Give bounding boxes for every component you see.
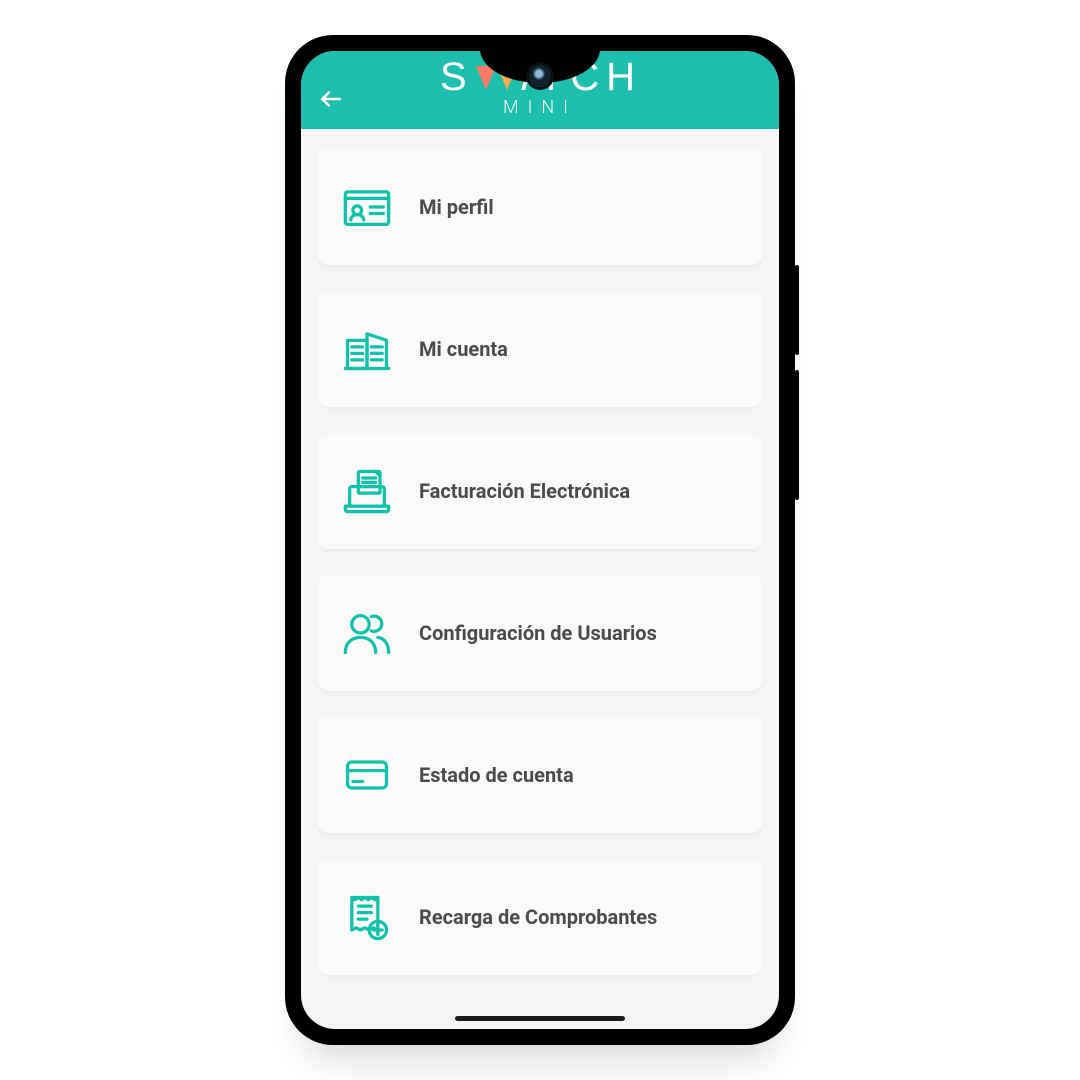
screen: S ITCH MINI — [301, 51, 779, 1029]
menu-item-label: Mi cuenta — [419, 337, 508, 361]
users-icon — [341, 607, 393, 659]
back-button[interactable] — [313, 81, 349, 117]
menu-item-label: Recarga de Comprobantes — [419, 905, 657, 929]
menu-item-recharge[interactable]: Recarga de Comprobantes — [317, 859, 763, 975]
home-indicator[interactable] — [455, 1016, 625, 1021]
menu-item-users[interactable]: Configuración de Usuarios — [317, 575, 763, 691]
credit-card-icon — [341, 749, 393, 801]
menu-item-label: Estado de cuenta — [419, 763, 574, 787]
laptop-invoice-icon — [341, 465, 393, 517]
menu-item-label: Facturación Electrónica — [419, 479, 630, 503]
phone-frame: S ITCH MINI — [285, 35, 795, 1045]
menu-item-profile[interactable]: Mi perfil — [317, 149, 763, 265]
menu-item-label: Mi perfil — [419, 195, 494, 219]
receipt-plus-icon — [341, 891, 393, 943]
front-camera — [529, 65, 551, 87]
settings-menu: Mi perfil Mi cuenta — [301, 129, 779, 1015]
menu-item-statement[interactable]: Estado de cuenta — [317, 717, 763, 833]
menu-item-account[interactable]: Mi cuenta — [317, 291, 763, 407]
logo-subtitle: MINI — [440, 99, 640, 117]
menu-item-label: Configuración de Usuarios — [419, 621, 657, 645]
buildings-icon — [341, 323, 393, 375]
arrow-left-icon — [318, 86, 344, 112]
menu-item-invoicing[interactable]: Facturación Electrónica — [317, 433, 763, 549]
profile-card-icon — [341, 181, 393, 233]
